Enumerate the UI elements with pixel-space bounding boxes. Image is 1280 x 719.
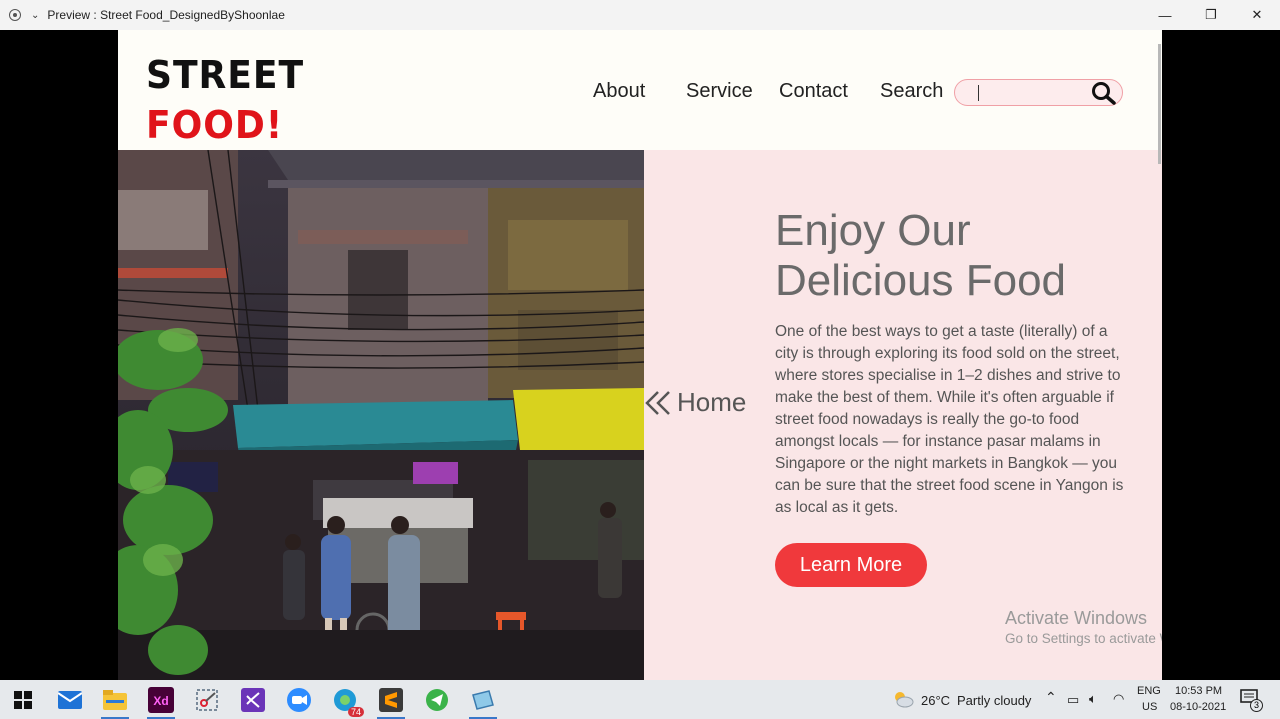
mail-app[interactable] (55, 685, 85, 715)
visual-studio-icon (241, 688, 265, 712)
minimize-button[interactable]: — (1142, 0, 1188, 30)
vertical-scrollbar[interactable] (1158, 44, 1161, 164)
activate-windows-watermark: Activate Windows Go to Settings to activ… (1005, 608, 1162, 646)
sublime-text-app[interactable] (376, 685, 406, 719)
notification-count: 3 (1250, 699, 1263, 712)
site-header: STREET FOOD! About Service Contact Searc… (118, 30, 1162, 150)
edge-notification-badge: 74 (347, 707, 364, 717)
snipping-tool-app[interactable] (192, 685, 222, 715)
double-chevron-left-icon (645, 390, 670, 415)
volume-icon[interactable]: 🔈︎ (1089, 691, 1097, 707)
svg-text:Xd: Xd (153, 694, 168, 708)
start-button[interactable] (8, 685, 38, 715)
street-food-photo (118, 150, 644, 680)
window-title: Preview : Street Food_DesignedByShoonlae (47, 8, 285, 22)
nav-service[interactable]: Service (686, 80, 753, 103)
hero-description: One of the best ways to get a taste (lit… (775, 323, 1124, 516)
hero-headline: Enjoy Our Delicious Food (775, 206, 1067, 305)
hero-panel: Home Enjoy Our Delicious Food One of the… (644, 150, 1162, 680)
battery-icon[interactable]: ▭ (1067, 692, 1079, 708)
wifi-icon[interactable]: ◠ (1113, 691, 1124, 707)
chevron-up-icon[interactable]: ⌃ (1045, 689, 1057, 706)
scissors-icon (196, 689, 218, 711)
site-logo[interactable]: STREET FOOD! (146, 50, 312, 150)
weather-description[interactable]: Partly cloudy (957, 693, 1031, 708)
weather-temperature[interactable]: 26°C (921, 693, 950, 708)
watermark-title: Activate Windows (1005, 608, 1148, 628)
search-icon[interactable] (1089, 81, 1119, 105)
close-button[interactable]: ✕ (1234, 0, 1280, 30)
partly-cloudy-icon (895, 692, 914, 708)
search-input[interactable] (954, 79, 1123, 106)
taskbar: Xd 74 26°C Partly cloudy ⌃ ▭ 🔈︎ ◠ ENG US… (0, 680, 1280, 719)
visual-studio-app[interactable] (238, 685, 268, 715)
artboard: STREET FOOD! About Service Contact Searc… (118, 30, 1162, 680)
file-explorer-app[interactable] (100, 685, 130, 719)
mail-icon (58, 691, 82, 709)
adobe-xd-app[interactable]: Xd (146, 685, 176, 719)
home-label: Home (677, 387, 747, 417)
home-link[interactable]: Home (644, 387, 746, 418)
nav-about[interactable]: About (593, 80, 645, 103)
learn-more-button[interactable]: Learn More (775, 543, 927, 587)
nav-search-label: Search (880, 80, 944, 102)
sublime-text-icon (379, 688, 403, 712)
telegram-app[interactable] (422, 685, 452, 715)
zoom-icon (287, 688, 311, 712)
chevron-down-icon[interactable]: ⌄ (31, 10, 39, 21)
preview-app-icon (9, 9, 21, 21)
clock-date[interactable]: 08-10-2021 (1170, 701, 1226, 713)
nav-contact[interactable]: Contact (779, 80, 848, 103)
adobe-xd-icon: Xd (148, 687, 174, 713)
zoom-app[interactable] (284, 685, 314, 715)
restore-button[interactable]: ❐ (1188, 0, 1234, 30)
language-code[interactable]: ENG (1137, 685, 1161, 697)
notepad-icon (472, 690, 494, 710)
notification-center-button[interactable]: 3 (1240, 689, 1264, 712)
logo-line-food: FOOD! (146, 103, 284, 147)
clock-time[interactable]: 10:53 PM (1175, 685, 1222, 697)
edge-app[interactable]: 74 (330, 685, 364, 717)
logo-line-street: STREET (146, 53, 305, 97)
windows-logo-icon (14, 691, 32, 709)
folder-icon (103, 690, 127, 710)
notepad-app[interactable] (468, 685, 498, 719)
watermark-subtitle: Go to Settings to activate Windows. (1005, 631, 1162, 646)
text-caret (978, 85, 979, 101)
window-titlebar: ⌄ Preview : Street Food_DesignedByShoonl… (0, 0, 1280, 30)
telegram-icon (426, 689, 448, 711)
language-region[interactable]: US (1142, 701, 1157, 713)
street-scene-illustration (118, 150, 644, 680)
